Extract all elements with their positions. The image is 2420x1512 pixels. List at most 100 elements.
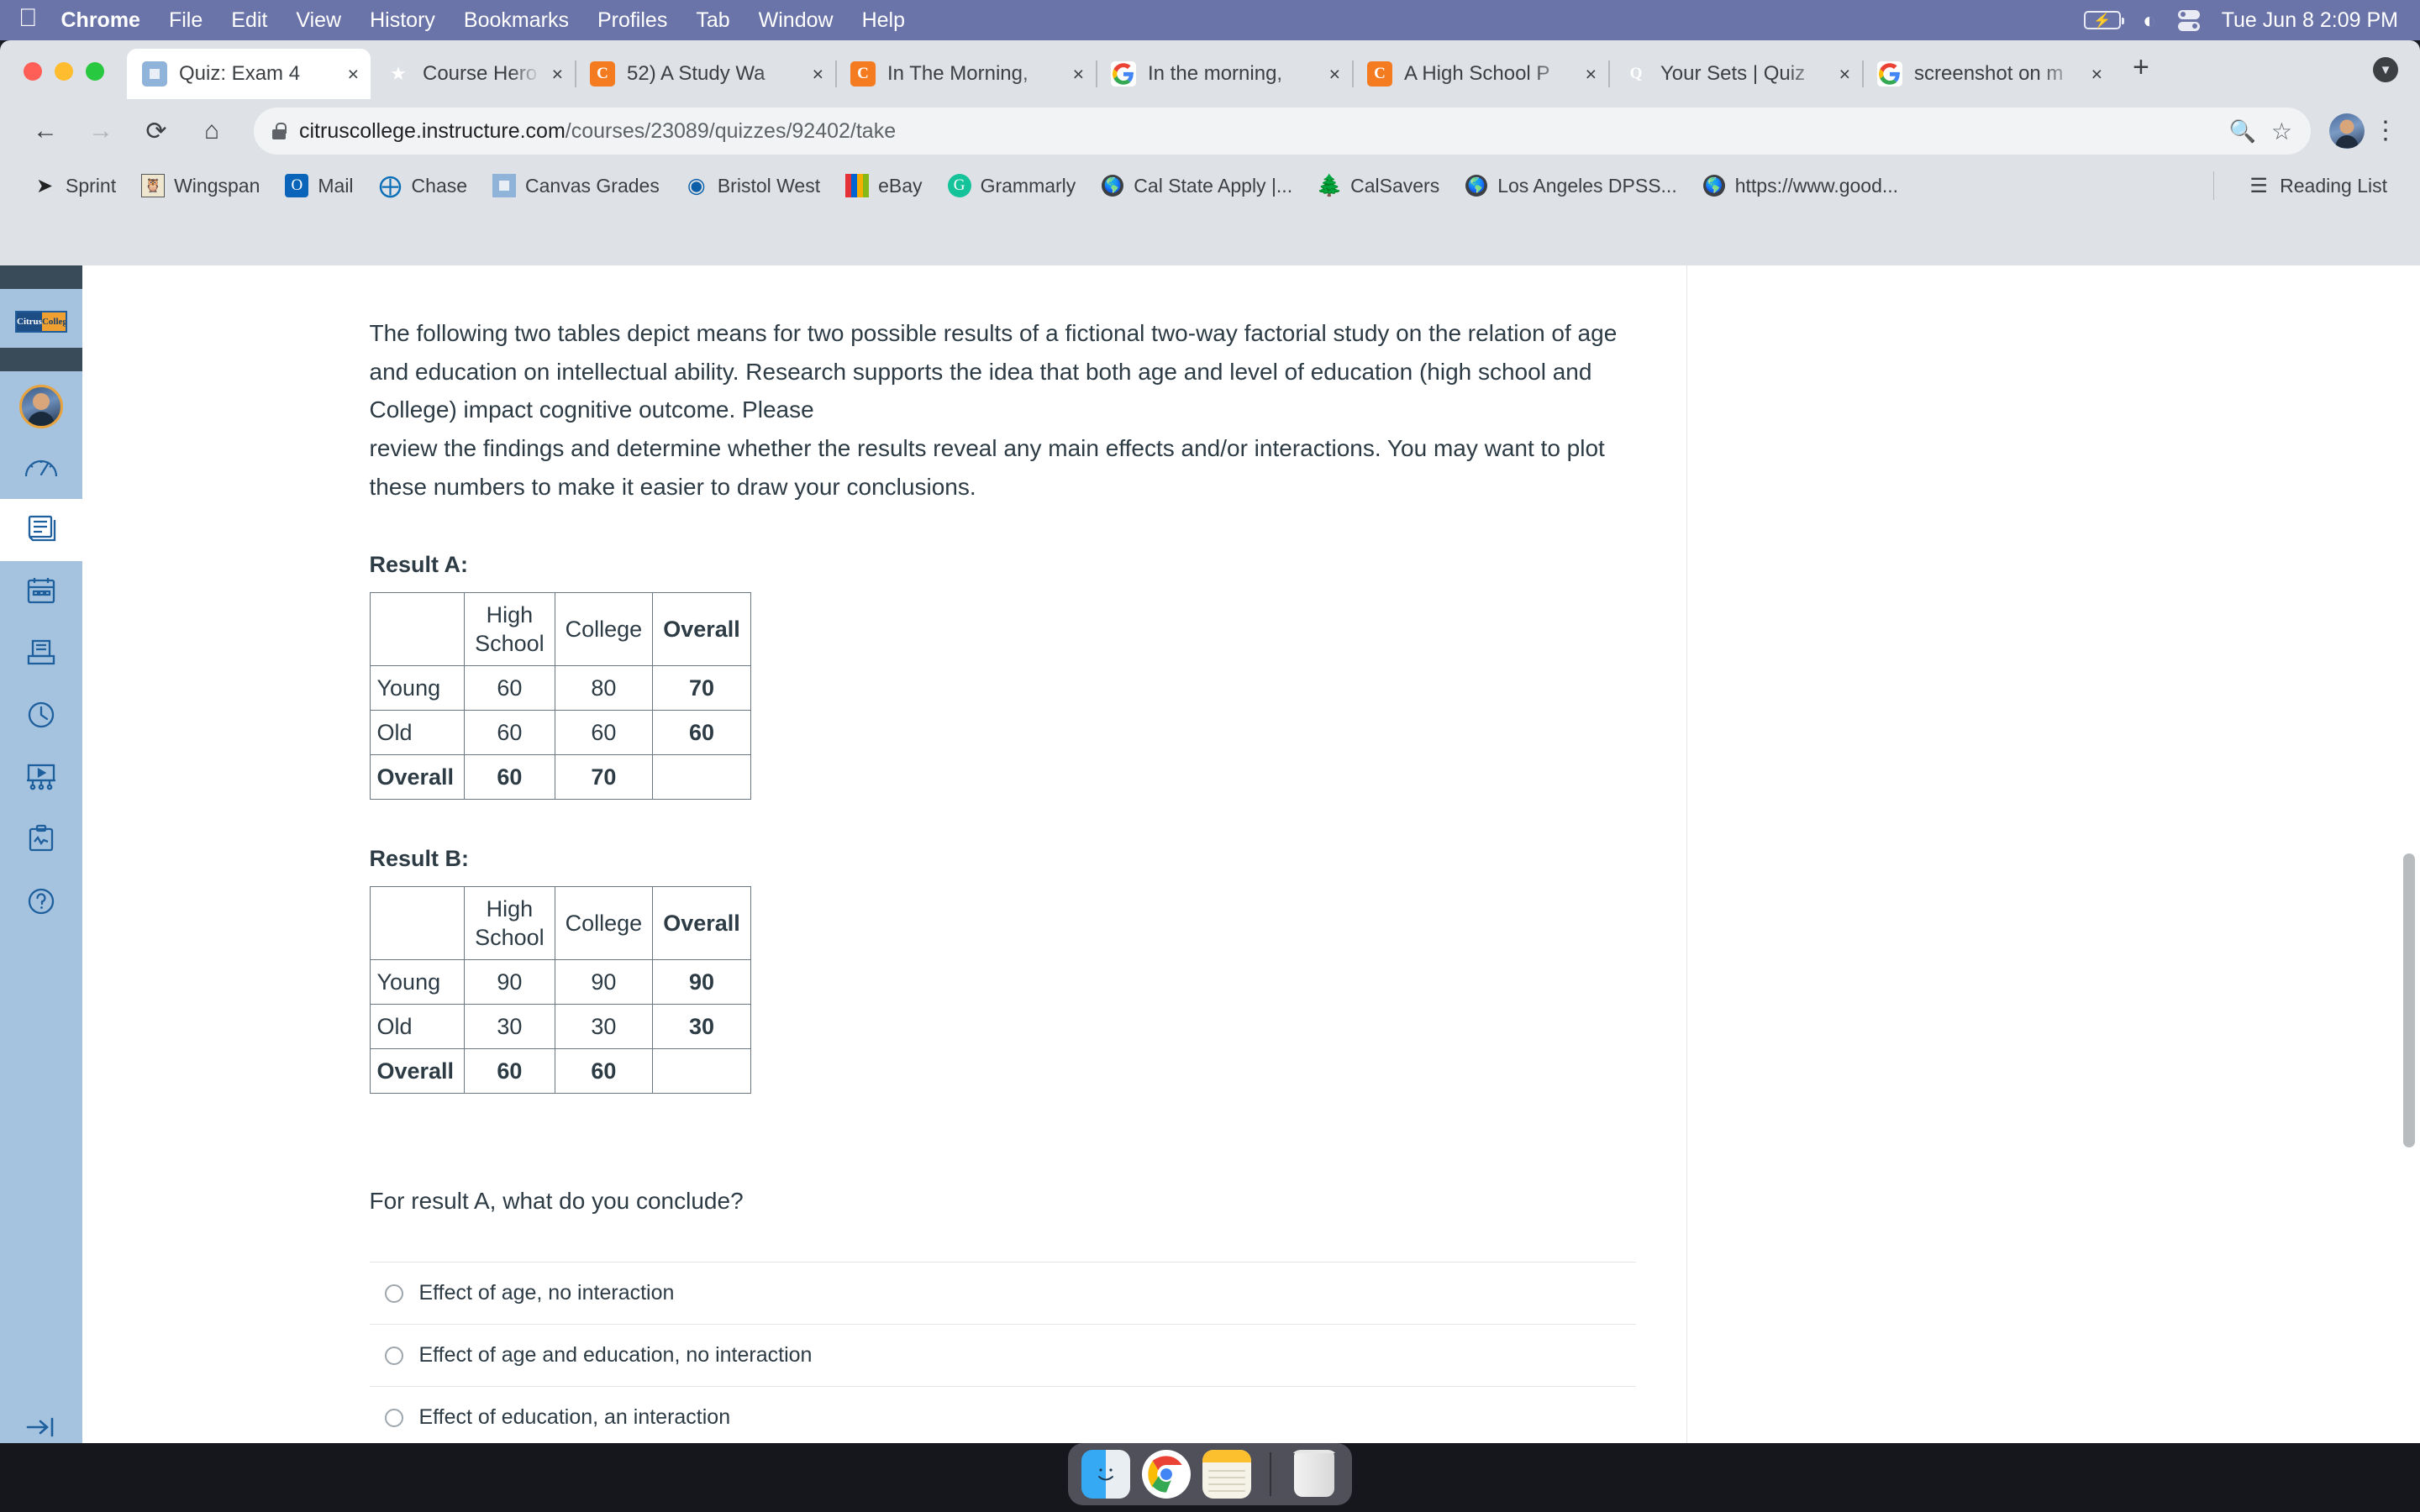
tab-quiz-exam-4[interactable]: Quiz: Exam 4 ×	[127, 49, 371, 99]
sidebar-item-help[interactable]	[0, 872, 82, 934]
radio-button[interactable]	[384, 1346, 403, 1365]
table-row: Old 60 60 60	[369, 710, 751, 756]
reading-list-button[interactable]: ☰ Reading List	[2236, 170, 2398, 202]
tab-label: screenshot on m	[1914, 62, 2064, 85]
tab-close-icon[interactable]: ×	[348, 63, 359, 86]
tab-a-high-school-p[interactable]: C A High School P ×	[1352, 49, 1608, 99]
bookmark-ebay[interactable]: eBay	[834, 170, 933, 202]
scrollbar-thumb[interactable]	[2403, 853, 2415, 1147]
forward-arrow-icon[interactable]: →	[77, 108, 124, 155]
answer-option-2[interactable]: Effect of age and education, no interact…	[369, 1324, 1636, 1386]
sidebar-item-account[interactable]	[19, 385, 63, 428]
tab-close-icon[interactable]: ×	[552, 63, 563, 86]
tab-course-hero[interactable]: ★ Course Hero ×	[371, 49, 575, 99]
tab-label: Your Sets | Quiz	[1660, 62, 1806, 85]
bookmark-bristol-west[interactable]: ◉ Bristol West	[674, 170, 831, 202]
tab-52-a-study-wa[interactable]: C 52) A Study Wa ×	[575, 49, 835, 99]
page-scrollbar[interactable]	[2403, 265, 2415, 1483]
radio-button[interactable]	[384, 1408, 403, 1427]
bookmark-calsavers[interactable]: 🌲 CalSavers	[1307, 170, 1450, 202]
new-tab-button[interactable]: +	[2114, 51, 2168, 99]
menu-item-history[interactable]: History	[370, 8, 435, 33]
menu-item-bookmarks[interactable]: Bookmarks	[464, 8, 569, 33]
menu-item-chrome[interactable]: Chrome	[61, 8, 140, 33]
sidebar-item-commons[interactable]	[0, 810, 82, 872]
tab-close-icon[interactable]: ×	[813, 63, 823, 86]
notes-icon[interactable]	[1202, 1450, 1251, 1499]
reading-list-area: ☰ Reading List	[2205, 170, 2398, 202]
sidebar-item-calendar[interactable]	[0, 561, 82, 623]
control-center-icon[interactable]	[2177, 9, 2200, 31]
collapse-nav-button[interactable]	[0, 1414, 82, 1445]
tab-in-the-morning-2[interactable]: In the morning, ×	[1096, 49, 1352, 99]
tabs-container: Quiz: Exam 4 × ★ Course Hero × C 52) A S…	[127, 49, 2373, 99]
chrome-icon[interactable]	[1142, 1450, 1191, 1499]
radio-button[interactable]	[384, 1284, 403, 1303]
menu-item-help[interactable]: Help	[862, 8, 905, 33]
cell-overall-college: 70	[554, 754, 654, 801]
tab-in-the-morning-1[interactable]: C In The Morning, ×	[835, 49, 1096, 99]
bookmark-cal-state-apply[interactable]: 🌎 Cal State Apply |...	[1090, 170, 1303, 202]
bookmark-goodrx[interactable]: 🌎 https://www.good...	[1691, 170, 1909, 202]
menubar-clock[interactable]: Tue Jun 8 2:09 PM	[2222, 8, 2398, 33]
sidebar-item-dashboard[interactable]	[0, 437, 82, 499]
kebab-menu-icon[interactable]: ⋮	[2373, 118, 2398, 143]
home-icon[interactable]: ⌂	[188, 108, 235, 155]
right-gutter	[1686, 265, 2207, 1483]
sidebar-item-inbox[interactable]	[0, 623, 82, 685]
search-icon[interactable]: 🔍	[2229, 118, 2256, 144]
canvas-icon	[492, 174, 517, 197]
tab-close-icon[interactable]: ×	[1586, 63, 1597, 86]
battery-charging-icon[interactable]: ⚡	[2083, 11, 2124, 29]
menu-item-edit[interactable]: Edit	[231, 8, 267, 33]
profile-avatar[interactable]	[2329, 113, 2365, 149]
wifi-icon[interactable]: ◐	[2143, 9, 2156, 31]
answer-option-1[interactable]: Effect of age, no interaction	[369, 1262, 1636, 1324]
tab-close-icon[interactable]: ×	[1073, 63, 1084, 86]
chevron-down-icon[interactable]: ▼	[2373, 57, 2398, 82]
window-controls	[24, 62, 104, 99]
tab-your-sets-quizlet[interactable]: Q Your Sets | Quiz ×	[1608, 49, 1862, 99]
tab-screenshot-on-m[interactable]: screenshot on m ×	[1862, 49, 2114, 99]
answer-option-3[interactable]: Effect of education, an interaction	[369, 1386, 1636, 1448]
corner-cell	[369, 592, 466, 667]
quiz-question-body: The following two tables depict means fo…	[321, 265, 1686, 1448]
menu-item-view[interactable]: View	[296, 8, 341, 33]
bookmark-wingspan[interactable]: 🦉 Wingspan	[130, 170, 271, 202]
bookmark-grammarly[interactable]: G Grammarly	[937, 170, 1087, 202]
tab-close-icon[interactable]: ×	[1839, 63, 1850, 86]
menu-item-file[interactable]: File	[169, 8, 203, 33]
bookmark-los-angeles-dpss[interactable]: 🌎 Los Angeles DPSS...	[1454, 170, 1688, 202]
menu-item-window[interactable]: Window	[759, 8, 834, 33]
finder-icon[interactable]	[1081, 1450, 1130, 1499]
sidebar-item-courses[interactable]	[0, 499, 82, 561]
row-header-old: Old	[369, 1004, 466, 1050]
close-window-button[interactable]	[24, 62, 42, 81]
cell-overall-hs: 60	[464, 754, 555, 801]
bookmark-sprint[interactable]: ➤ Sprint	[22, 170, 127, 202]
help-question-icon	[25, 885, 57, 921]
address-bar[interactable]: citruscollege.instructure.com/courses/23…	[254, 108, 2311, 155]
apple-logo-icon[interactable]: 	[18, 6, 38, 31]
minimize-window-button[interactable]	[55, 62, 73, 81]
menu-item-tab[interactable]: Tab	[696, 8, 729, 33]
coursehero-c-icon: C	[1367, 61, 1392, 87]
bookmark-chase[interactable]: ⨁ Chase	[368, 170, 478, 202]
bookmark-mail[interactable]: O Mail	[274, 170, 364, 202]
sidebar-item-studio[interactable]	[0, 748, 82, 810]
reload-icon[interactable]: ⟳	[133, 108, 180, 155]
sidebar-item-history[interactable]	[0, 685, 82, 748]
table-row: Overall 60 60	[369, 1048, 751, 1095]
menu-item-profiles[interactable]: Profiles	[597, 8, 667, 33]
trash-icon[interactable]	[1290, 1450, 1339, 1499]
maximize-window-button[interactable]	[86, 62, 104, 81]
back-arrow-icon[interactable]: ←	[22, 108, 69, 155]
tab-close-icon[interactable]: ×	[2091, 63, 2102, 86]
tab-close-icon[interactable]: ×	[1329, 63, 1340, 86]
cell-overall-overall	[652, 754, 751, 801]
bookmark-canvas-grades[interactable]: Canvas Grades	[481, 170, 671, 202]
star-icon[interactable]: ☆	[2271, 118, 2292, 145]
citrus-college-logo[interactable]: Citrus College	[15, 311, 67, 333]
cell-young-college: 80	[554, 665, 654, 711]
row-header-young: Young	[369, 959, 466, 1005]
